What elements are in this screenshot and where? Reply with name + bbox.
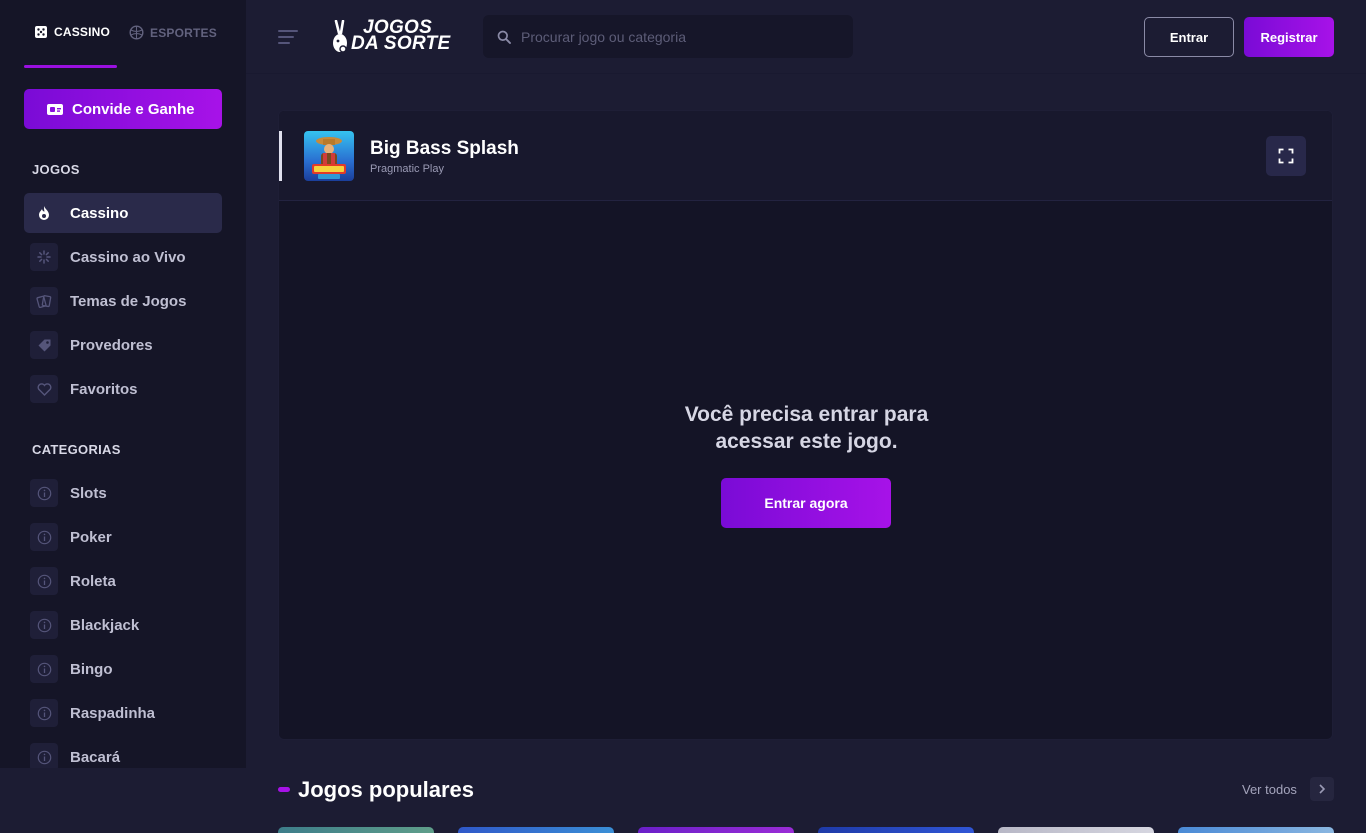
sidebar: CASSINO ESPORTES Convide e Ganhe JOGOS C…	[0, 0, 246, 768]
logo[interactable]: JOGOS DA SORTE	[331, 18, 461, 56]
fire-icon	[30, 199, 58, 227]
live-icon	[30, 243, 58, 271]
invite-button-label: Convide e Ganhe	[72, 100, 195, 118]
info-icon	[30, 655, 58, 683]
chevron-right-icon	[1319, 784, 1326, 794]
tab-casino[interactable]: CASSINO	[34, 25, 110, 39]
fullscreen-button[interactable]	[1266, 136, 1306, 176]
game-card[interactable]	[278, 827, 434, 833]
game-card[interactable]	[818, 827, 974, 833]
game-thumbnail	[304, 131, 354, 181]
info-icon	[30, 699, 58, 727]
sidebar-item-favoritos[interactable]: Favoritos	[24, 369, 222, 409]
search-input[interactable]	[521, 28, 821, 45]
categories-section-title: CATEGORIAS	[32, 442, 121, 457]
sidebar-item-label: Slots	[70, 484, 107, 502]
see-all-button[interactable]	[1310, 777, 1334, 801]
sidebar-item-label: Temas de Jogos	[70, 292, 187, 310]
info-icon	[30, 523, 58, 551]
section-marker	[278, 787, 290, 792]
sidebar-item-provedores[interactable]: Provedores	[24, 325, 222, 365]
info-icon	[30, 743, 58, 768]
dice-icon	[35, 26, 47, 38]
sidebar-item-label: Raspadinha	[70, 704, 156, 722]
game-panel: Big Bass Splash Pragmatic Play Você prec…	[278, 110, 1333, 740]
sidebar-item-slots[interactable]: Slots	[24, 473, 222, 513]
invite-button[interactable]: Convide e Ganhe	[24, 89, 222, 129]
sidebar-item-bingo[interactable]: Bingo	[24, 649, 222, 689]
login-now-button[interactable]: Entrar agora	[721, 478, 891, 528]
see-all-link[interactable]: Ver todos	[1242, 782, 1297, 797]
sidebar-item-cassino-ao-vivo[interactable]: Cassino ao Vivo	[24, 237, 222, 277]
sidebar-item-roleta[interactable]: Roleta	[24, 561, 222, 601]
sidebar-item-cassino[interactable]: Cassino	[24, 193, 222, 233]
game-card[interactable]	[458, 827, 614, 833]
sidebar-item-label: Bingo	[70, 660, 113, 678]
login-required-message: Você precisa entrar para acessar este jo…	[279, 401, 1332, 455]
rabbit-logo-icon	[333, 20, 347, 53]
game-provider: Pragmatic Play	[370, 163, 444, 175]
popular-games-title: Jogos populares	[298, 777, 475, 802]
game-header-accent	[279, 131, 282, 181]
sidebar-item-temas-de-jogos[interactable]: Temas de Jogos	[24, 281, 222, 321]
sidebar-item-label: Poker	[70, 528, 112, 546]
tab-sports-label: ESPORTES	[150, 25, 217, 40]
fullscreen-icon	[1278, 148, 1294, 164]
login-required-text: Você precisa entrar para acessar este jo…	[684, 403, 929, 453]
game-header: Big Bass Splash Pragmatic Play	[279, 111, 1332, 201]
top-bar: JOGOS DA SORTE Entrar Registrar	[246, 0, 1366, 74]
sidebar-item-label: Cassino	[70, 204, 129, 222]
sidebar-item-label: Provedores	[70, 336, 153, 354]
games-section-title: JOGOS	[32, 162, 80, 177]
gift-card-icon	[47, 104, 63, 115]
search-icon	[497, 30, 511, 44]
tab-casino-label: CASSINO	[54, 25, 111, 39]
search-bar[interactable]	[483, 15, 853, 58]
info-icon	[30, 479, 58, 507]
ball-icon	[129, 25, 144, 40]
sidebar-item-label: Blackjack	[70, 616, 140, 634]
active-tab-indicator	[24, 65, 117, 68]
sidebar-item-raspadinha[interactable]: Raspadinha	[24, 693, 222, 733]
sidebar-item-bacara[interactable]: Bacará	[24, 737, 222, 768]
logo-line2: DA SORTE	[351, 33, 451, 54]
login-button[interactable]: Entrar	[1144, 17, 1234, 57]
info-icon	[30, 611, 58, 639]
info-icon	[30, 567, 58, 595]
hamburger-menu-icon[interactable]	[278, 30, 298, 44]
sidebar-item-poker[interactable]: Poker	[24, 517, 222, 557]
game-title: Big Bass Splash	[370, 138, 519, 159]
sidebar-item-label: Bacará	[70, 748, 121, 766]
heart-icon	[30, 375, 58, 403]
game-card[interactable]	[1178, 827, 1334, 833]
game-card[interactable]	[638, 827, 794, 833]
tag-icon	[30, 331, 58, 359]
register-button[interactable]: Registrar	[1244, 17, 1334, 57]
sidebar-item-label: Cassino ao Vivo	[70, 248, 186, 266]
tab-sports[interactable]: ESPORTES	[129, 25, 217, 40]
sidebar-tabs: CASSINO ESPORTES	[0, 0, 246, 70]
cards-icon	[30, 287, 58, 315]
sidebar-item-label: Favoritos	[70, 380, 138, 398]
sidebar-item-label: Roleta	[70, 572, 116, 590]
sidebar-item-blackjack[interactable]: Blackjack	[24, 605, 222, 645]
game-card[interactable]	[998, 827, 1154, 833]
